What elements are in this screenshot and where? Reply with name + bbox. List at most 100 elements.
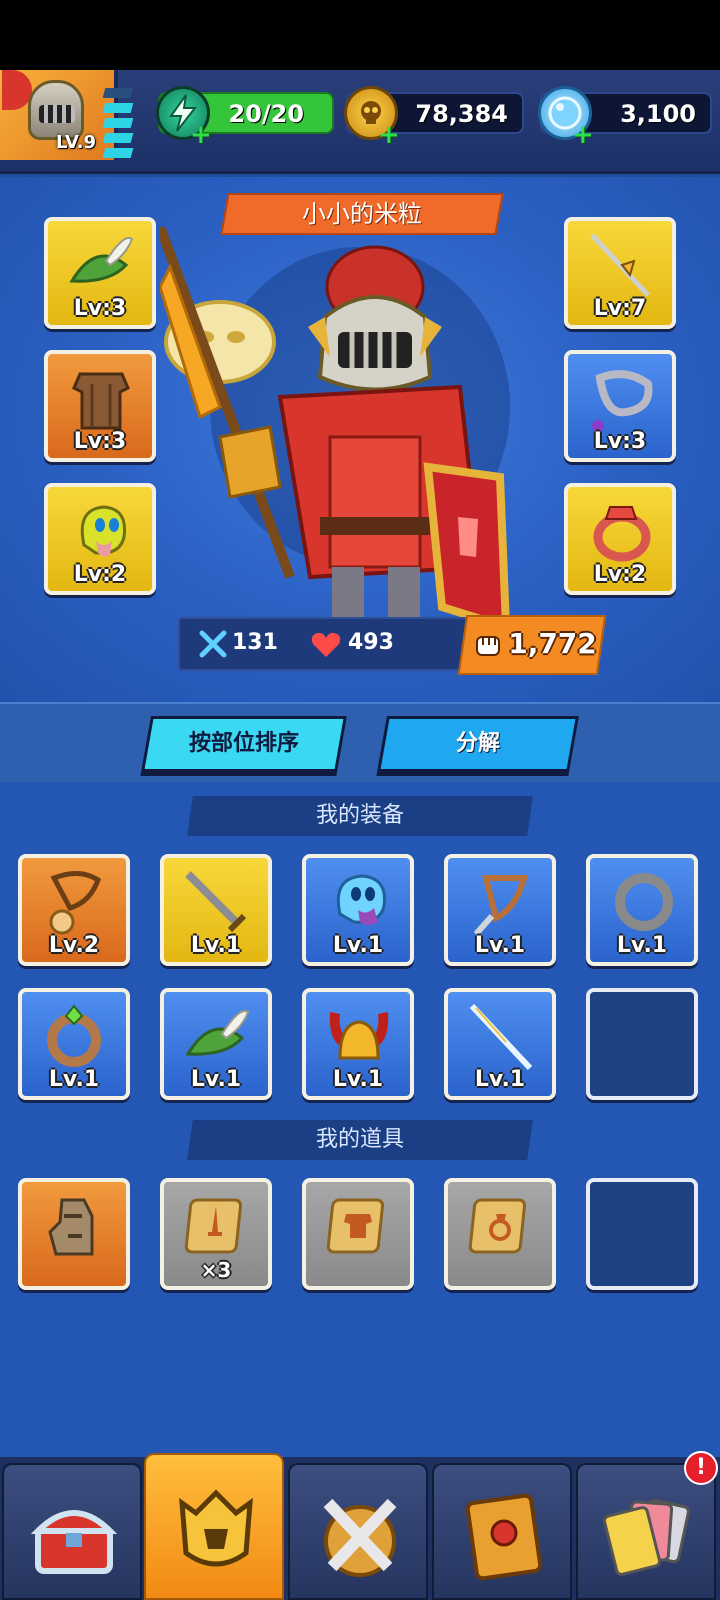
- player-level: LV.9: [56, 132, 96, 153]
- spear-icon: [590, 233, 650, 297]
- energy-counter[interactable]: + 20/20: [156, 86, 334, 148]
- equipment-title-text: 我的装备: [315, 803, 404, 828]
- power-value: 1,772: [508, 627, 597, 660]
- equip-slot-pet[interactable]: Lv:2: [44, 483, 156, 595]
- gem-bracelet-icon: [47, 1004, 101, 1067]
- props-section-title: 我的道具: [187, 1120, 533, 1160]
- sort-by-slot-button[interactable]: 按部位排序: [141, 716, 347, 772]
- hero-stats-bar: 131 493 1,772: [178, 615, 607, 675]
- item-level: Lv.1: [332, 1067, 384, 1092]
- attack-value: 131: [232, 630, 278, 655]
- action-strip: 按部位排序 分解: [0, 702, 720, 782]
- item-quantity: ×3: [200, 1258, 232, 1282]
- equip-slot-ring[interactable]: Lv:2: [564, 483, 676, 595]
- spell-book-icon: [465, 1493, 543, 1581]
- item-level: Lv.1: [48, 1067, 100, 1092]
- weapon-scroll-icon: [184, 1198, 243, 1254]
- slot-level: Lv:2: [73, 562, 127, 587]
- equipment-section-title: 我的装备: [187, 796, 533, 836]
- gem-counter[interactable]: + 3,100: [538, 86, 712, 148]
- horned-helmet-icon: [329, 1012, 389, 1060]
- item-level: Lv.1: [332, 933, 384, 958]
- prop-item[interactable]: ×3: [160, 1178, 272, 1290]
- equipment-item[interactable]: Lv.1: [302, 988, 414, 1100]
- feather-hat-icon: [185, 1010, 250, 1056]
- wooden-armor-icon: [72, 372, 130, 430]
- avatar-helmet-icon: [28, 80, 84, 140]
- status-bar: [0, 0, 720, 70]
- power-box: 1,772: [457, 615, 607, 675]
- top-resource-bar: LV.9 + 20/20 + 78,384 + 3,100: [0, 70, 720, 174]
- empty-prop-slot[interactable]: [586, 1178, 698, 1290]
- chain-necklace-icon: [592, 370, 653, 432]
- gold-counter[interactable]: + 78,384: [344, 86, 524, 148]
- crossed-swords-icon: [323, 1498, 397, 1577]
- pendant-necklace-icon: [49, 871, 102, 935]
- equipment-item[interactable]: Lv.1: [586, 854, 698, 966]
- heart-icon: [311, 632, 341, 657]
- ring-scroll-icon: [468, 1198, 527, 1254]
- prop-item[interactable]: [444, 1178, 556, 1290]
- nav-tab-spellbook[interactable]: [432, 1463, 572, 1600]
- sword-icon: [185, 871, 247, 933]
- item-level: Lv.1: [616, 933, 668, 958]
- hero-knight-figure[interactable]: [160, 227, 560, 657]
- bottom-nav: [0, 1453, 720, 1600]
- energy-value: 20/20: [228, 100, 304, 128]
- equip-slot-necklace[interactable]: Lv:3: [564, 350, 676, 462]
- hero-panel: 小小的米粒 Lv:3 Lv:3 Lv:2 Lv:7 Lv:3 Lv:2 131 …: [0, 177, 720, 702]
- cards-icon: [602, 1498, 690, 1576]
- ruby-ring-icon: [593, 506, 651, 562]
- crossed-swords-icon: [199, 630, 227, 658]
- equipment-item[interactable]: Lv.1: [302, 854, 414, 966]
- health-value: 493: [348, 630, 394, 655]
- equipment-item[interactable]: Lv.1: [160, 988, 272, 1100]
- gem-add-icon[interactable]: +: [572, 122, 594, 148]
- yellow-ghost-icon: [80, 505, 127, 557]
- nav-tab-battle[interactable]: [288, 1463, 428, 1600]
- slot-level: Lv:3: [73, 296, 127, 321]
- empty-equipment-slot[interactable]: [586, 988, 698, 1100]
- rope-necklace-icon: [473, 875, 528, 936]
- sort-button-label: 按部位排序: [188, 731, 299, 756]
- equip-slot-armor[interactable]: Lv:3: [44, 350, 156, 462]
- player-avatar[interactable]: LV.9: [0, 70, 118, 160]
- item-level: Lv.1: [474, 933, 526, 958]
- cards-alert-badge: !: [684, 1451, 718, 1485]
- slot-level: Lv:7: [593, 296, 647, 321]
- feather-hat-icon: [69, 237, 134, 283]
- equipment-item[interactable]: Lv.1: [444, 854, 556, 966]
- props-title-text: 我的道具: [315, 1127, 404, 1152]
- prop-item[interactable]: [18, 1178, 130, 1290]
- equipment-item[interactable]: Lv.2: [18, 854, 130, 966]
- crystal-spear-icon: [469, 1003, 533, 1071]
- equip-slot-hat[interactable]: Lv:3: [44, 217, 156, 329]
- equipment-item[interactable]: Lv.1: [160, 854, 272, 966]
- gold-value: 78,384: [415, 100, 508, 128]
- equipment-item[interactable]: Lv.1: [444, 988, 556, 1100]
- decompose-button[interactable]: 分解: [377, 716, 579, 772]
- energy-add-icon[interactable]: +: [190, 122, 212, 148]
- stone-ring-icon: [615, 873, 673, 931]
- equipment-item[interactable]: Lv.1: [18, 988, 130, 1100]
- nav-tab-hero[interactable]: [144, 1453, 284, 1600]
- nav-tab-shop[interactable]: [2, 1463, 142, 1600]
- stone-head-icon: [48, 1198, 94, 1256]
- item-level: Lv.1: [474, 1067, 526, 1092]
- decompose-button-label: 分解: [455, 731, 500, 756]
- equip-slot-weapon[interactable]: Lv:7: [564, 217, 676, 329]
- gold-add-icon[interactable]: +: [378, 122, 400, 148]
- armor-scroll-icon: [326, 1198, 385, 1254]
- treasure-chest-icon: [30, 1510, 118, 1574]
- gem-value: 3,100: [620, 100, 696, 128]
- helmet-icon: [179, 1489, 253, 1567]
- item-level: Lv.1: [190, 933, 242, 958]
- slot-level: Lv:2: [593, 562, 647, 587]
- slot-level: Lv:3: [593, 429, 647, 454]
- prop-item[interactable]: [302, 1178, 414, 1290]
- blue-ghost-icon: [336, 874, 387, 925]
- slot-level: Lv:3: [73, 429, 127, 454]
- fist-icon: [476, 636, 500, 656]
- experience-bars: [102, 88, 138, 166]
- item-level: Lv.1: [190, 1067, 242, 1092]
